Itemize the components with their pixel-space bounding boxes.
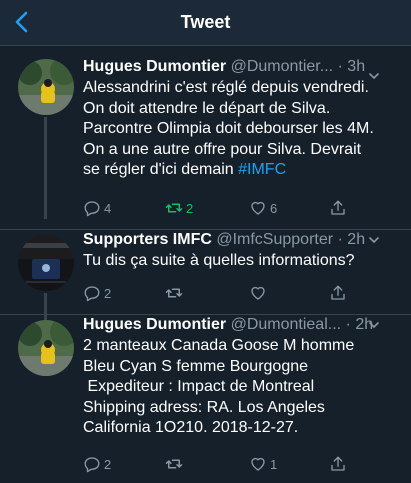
tweet-actions: 4 2 6 <box>83 197 373 219</box>
reply-icon <box>84 201 100 217</box>
author-name[interactable]: Hugues Dumontier <box>83 316 226 333</box>
thread-line <box>44 117 47 219</box>
reply-count: 2 <box>104 456 112 472</box>
share-icon <box>331 456 345 471</box>
like-button[interactable] <box>249 282 270 304</box>
retweet-button[interactable]: 2 <box>165 197 193 219</box>
tweet-time: · 2h <box>337 231 366 248</box>
tweet-text-segment: se régler d'ici demain <box>83 161 239 178</box>
tweet-time: · 3h <box>337 58 366 75</box>
retweet-button[interactable] <box>165 282 186 304</box>
like-icon <box>251 286 265 300</box>
tweet-text-line: Alessandrini c'est réglé depuis vendredi… <box>83 79 369 96</box>
page-title: Tweet <box>180 12 231 32</box>
retweet-button[interactable] <box>165 453 186 475</box>
avatar[interactable] <box>18 320 74 376</box>
like-button[interactable]: 6 <box>249 197 277 219</box>
tweet-actions: 2 <box>83 282 373 304</box>
tweet-header: Supporters IMFC @ImfcSupporter · 2h <box>83 230 401 250</box>
tweet-text-line: On a une autre offre pour Silva. Devrait <box>83 140 362 158</box>
hashtag-link[interactable]: #IMFC <box>238 161 286 178</box>
retweet-icon <box>165 288 183 298</box>
reply-button[interactable]: 4 <box>83 197 111 219</box>
reply-count: 4 <box>104 200 112 216</box>
share-button[interactable] <box>329 197 347 219</box>
reply-count: 2 <box>104 285 112 301</box>
tweet-text: Tu dis ça suite à quelles informations? <box>83 251 401 272</box>
reply-icon <box>84 286 100 302</box>
tweet-text-line: California 1O210. 2018-12-27. <box>83 419 299 436</box>
share-icon <box>331 200 345 215</box>
author-handle[interactable]: @Dumontieal... <box>231 316 342 333</box>
avatar[interactable] <box>18 235 74 291</box>
share-icon <box>331 285 345 300</box>
tweet-text-line: se régler d'ici demain #IMFC <box>83 160 401 181</box>
retweet-icon <box>165 459 183 469</box>
more-chevron-icon[interactable] <box>369 71 379 81</box>
reply-button[interactable]: 2 <box>83 282 111 304</box>
author-name[interactable]: Hugues Dumontier <box>83 58 226 75</box>
tweet-text-line: Tu dis ça suite à quelles informations? <box>83 252 355 269</box>
tweet-text-line: Expediteur : Impact de Montreal <box>83 378 315 395</box>
tweet-actions: 2 1 <box>83 453 373 475</box>
share-button[interactable] <box>329 282 347 304</box>
reply-button[interactable]: 2 <box>83 453 111 475</box>
retweet-count: 2 <box>186 200 194 216</box>
retweet-icon <box>165 203 183 213</box>
reply-icon <box>84 457 100 473</box>
author-handle[interactable]: @ImfcSupporter <box>216 231 333 248</box>
author-name[interactable]: Supporters IMFC <box>83 231 212 248</box>
more-chevron-icon[interactable] <box>369 235 379 245</box>
tweet-text-line: Parcontre Olimpia doit debourser les 4M. <box>83 120 374 137</box>
like-icon <box>251 201 265 215</box>
more-chevron-icon[interactable] <box>369 320 379 330</box>
tweet-text-line: Bleu Cyan S femme Bourgogne <box>83 357 309 375</box>
like-icon <box>251 457 265 471</box>
tweet-text-line: On doit attendre le départ de Silva. <box>83 99 331 117</box>
share-button[interactable] <box>329 453 347 475</box>
tweet-text-line: Shipping adress: RA. Los Angeles <box>83 398 325 416</box>
tweet-header: Hugues Dumontier @Dumontier... · 3h <box>83 57 401 77</box>
tweet-header: Hugues Dumontier @Dumontieal... · 2h <box>83 315 401 335</box>
author-handle[interactable]: @Dumontier... <box>231 58 334 75</box>
tweet-text: Alessandrini c'est réglé depuis vendredi… <box>83 78 401 181</box>
thread-line <box>44 293 47 323</box>
like-count: 6 <box>270 200 278 216</box>
top-bar: Tweet <box>0 0 411 46</box>
like-count: 1 <box>270 456 278 472</box>
tweet-text-line: 2 manteaux Canada Goose M homme <box>83 337 355 354</box>
like-button[interactable]: 1 <box>249 453 277 475</box>
tweet-text: 2 manteaux Canada Goose M homme Bleu Cya… <box>83 336 401 439</box>
avatar[interactable] <box>18 59 74 115</box>
